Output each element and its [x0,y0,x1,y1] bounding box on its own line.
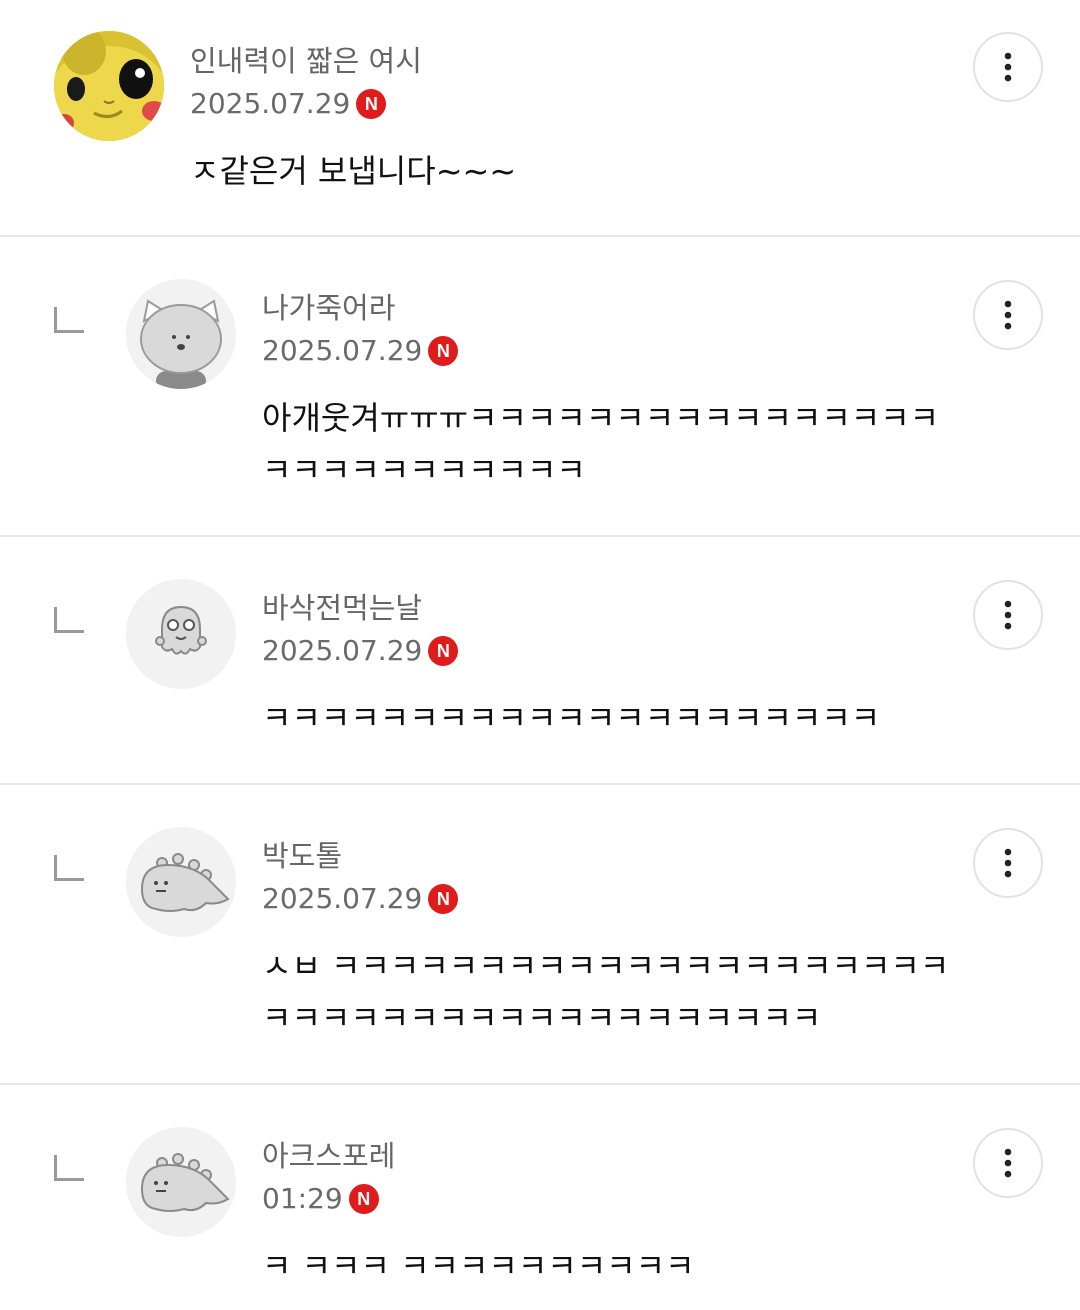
new-badge: N [348,1184,379,1214]
comment-text: ㅈ같은거 보냅니다~~~ [190,152,517,190]
comment-date: 2025.07.29 [262,882,423,915]
comment-author[interactable]: 인내력이 짧은 여시 [190,43,422,79]
reply-indicator-icon [54,1155,84,1181]
reply-comment: 아크스포레 01:29 N ㅋ ㅋㅋㅋ ㅋㅋㅋㅋㅋㅋㅋㅋㅋㅋ [0,1085,1080,1310]
comment-text: 아개웃겨ㅠㅠㅠㅋㅋㅋㅋㅋㅋㅋㅋㅋㅋㅋㅋㅋㅋㅋㅋㅋㅋㅋㅋㅋㅋㅋㅋㅋㅋㅋ [262,399,940,489]
comment-author[interactable]: 박도톨 [262,838,458,874]
reply-indicator-icon [54,307,84,333]
comment-date: 01:29 [262,1182,343,1215]
more-options-button[interactable] [973,280,1043,350]
reply-indicator-icon [54,607,84,633]
new-badge: N [428,336,459,366]
comment-author[interactable]: 나가죽어라 [262,290,458,326]
comment-text: ㅋ ㅋㅋㅋ ㅋㅋㅋㅋㅋㅋㅋㅋㅋㅋ [262,1247,695,1285]
more-options-button[interactable] [973,828,1043,898]
comment-date: 2025.07.29 [262,334,423,367]
reply-comment: 박도톨 2025.07.29 N ㅅㅂ ㅋㅋㅋㅋㅋㅋㅋㅋㅋㅋㅋㅋㅋㅋㅋㅋㅋㅋㅋㅋ… [0,785,1080,1085]
comment-author[interactable]: 아크스포레 [262,1138,395,1174]
comment-date: 2025.07.29 [190,87,351,120]
kebab-menu-icon [1004,600,1012,630]
comment-list: 인내력이 짧은 여시 2025.07.29 N ㅈ같은거 보냅니다~~~ 나가죽… [0,0,1080,1310]
reply-comment: 바삭전먹는날 2025.07.29 N ㅋㅋㅋㅋㅋㅋㅋㅋㅋㅋㅋㅋㅋㅋㅋㅋㅋㅋㅋㅋ… [0,537,1080,785]
new-badge: N [428,884,459,914]
pikachu-plush-avatar-icon[interactable] [54,31,164,141]
ghost-default-avatar-icon[interactable] [126,579,236,689]
kebab-menu-icon [1004,52,1012,82]
cat-default-avatar-icon[interactable] [126,279,236,389]
reply-comment: 나가죽어라 2025.07.29 N 아개웃겨ㅠㅠㅠㅋㅋㅋㅋㅋㅋㅋㅋㅋㅋㅋㅋㅋㅋ… [0,237,1080,537]
more-options-button[interactable] [973,580,1043,650]
new-badge: N [428,636,459,666]
kebab-menu-icon [1004,1148,1012,1178]
dino-default-avatar-icon[interactable] [126,1127,236,1237]
comment: 인내력이 짧은 여시 2025.07.29 N ㅈ같은거 보냅니다~~~ [0,0,1080,237]
kebab-menu-icon [1004,300,1012,330]
comment-text: ㅋㅋㅋㅋㅋㅋㅋㅋㅋㅋㅋㅋㅋㅋㅋㅋㅋㅋㅋㅋㅋ [262,699,881,737]
new-badge: N [356,89,387,119]
more-options-button[interactable] [973,1128,1043,1198]
more-options-button[interactable] [973,32,1043,102]
dino-default-avatar-icon[interactable] [126,827,236,937]
comment-date: 2025.07.29 [262,634,423,667]
kebab-menu-icon [1004,848,1012,878]
reply-indicator-icon [54,855,84,881]
comment-author[interactable]: 바삭전먹는날 [262,590,458,626]
comment-text: ㅅㅂ ㅋㅋㅋㅋㅋㅋㅋㅋㅋㅋㅋㅋㅋㅋㅋㅋㅋㅋㅋㅋㅋㅋㅋㅋㅋㅋㅋㅋㅋㅋㅋㅋㅋㅋㅋㅋㅋ… [262,947,950,1037]
